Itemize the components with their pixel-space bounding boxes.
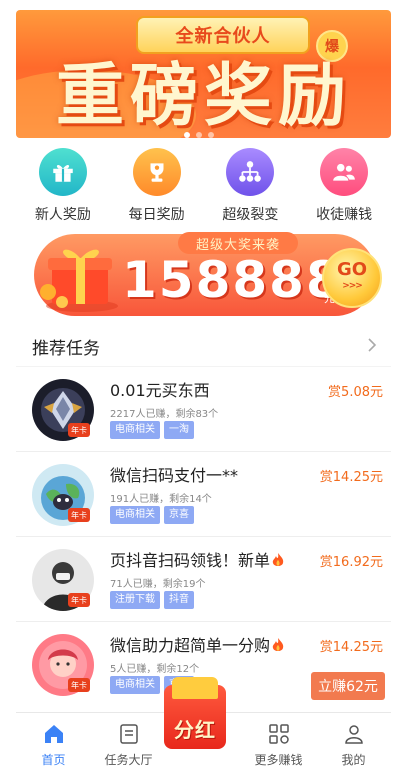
task-tags: 注册下载 抖音 <box>110 591 194 609</box>
task-meta: 191人已赚，剩余14个 <box>110 494 212 505</box>
feature-super-fission[interactable]: 超级裂变 <box>204 148 298 228</box>
task-row[interactable]: 年卡 页抖音扫码领钱！新单 71人已赚，剩余19个 注册下载 抖音 赏16.92… <box>16 536 391 621</box>
trophy-icon <box>132 148 181 196</box>
annual-card-badge: 年卡 <box>68 678 90 692</box>
task-tag: 电商相关 <box>110 506 160 524</box>
section-title: 推荐任务 <box>32 339 100 359</box>
dividend-button[interactable]: 分红 <box>164 677 226 749</box>
task-reward: 赏14.25元 <box>319 640 383 655</box>
carousel-dot[interactable] <box>184 132 190 138</box>
task-tags: 电商相关 京喜 <box>110 506 194 524</box>
feature-recruit-earn[interactable]: 收徒赚钱 <box>297 148 391 228</box>
task-tag: 抖音 <box>164 591 194 609</box>
feature-label: 超级裂变 <box>222 207 279 223</box>
annual-card-badge: 年卡 <box>68 508 90 522</box>
task-row[interactable]: 年卡 微信扫码支付一** 191人已赚，剩余14个 电商相关 京喜 赏14.25… <box>16 451 391 536</box>
task-reward: 赏5.08元 <box>328 385 383 400</box>
bottom-nav: 首页 任务大厅 分红 更多赚钱 我的 <box>16 677 391 783</box>
task-list: 年卡 0.01元买东西 2217人已赚，剩余83个 电商相关 一淘 赏5.08元… <box>16 366 391 706</box>
gift-icon <box>38 148 87 196</box>
go-label: GO <box>336 259 368 280</box>
dividend-label: 分红 <box>174 718 216 742</box>
home-icon <box>44 725 63 743</box>
users-icon <box>320 148 369 196</box>
annual-card-badge: 年卡 <box>68 593 90 607</box>
feature-label: 每日奖励 <box>128 207 185 223</box>
nav-label: 更多赚钱 <box>254 753 303 767</box>
task-reward: 赏14.25元 <box>319 470 383 485</box>
task-title-text: 页抖音扫码领钱！新单 <box>110 551 271 570</box>
app-page: 全新合伙人 爆 重磅奖励 新人奖励 每日奖励 超级裂变 收徒赚钱 超级大奖来袭 … <box>16 0 391 783</box>
task-title-text: 微信助力超简单一分购 <box>110 636 271 655</box>
document-icon <box>119 724 138 744</box>
task-tag: 注册下载 <box>110 591 160 609</box>
feature-new-user-reward[interactable]: 新人奖励 <box>16 148 110 228</box>
task-tag: 电商相关 <box>110 421 160 439</box>
task-tags: 电商相关 一淘 <box>110 421 194 439</box>
nav-more-earn[interactable]: 更多赚钱 <box>241 713 316 783</box>
earn-now-button[interactable]: 立赚62元 <box>311 672 385 700</box>
feature-grid: 新人奖励 每日奖励 超级裂变 收徒赚钱 <box>16 148 391 228</box>
chevron-right-icon <box>368 338 377 352</box>
feature-label: 收徒赚钱 <box>316 207 373 223</box>
nav-label: 任务大厅 <box>104 753 153 767</box>
nav-task-hall[interactable]: 任务大厅 <box>91 713 166 783</box>
task-title: 微信助力超简单一分购 <box>110 632 284 656</box>
apps-icon <box>268 724 289 744</box>
nav-mine[interactable]: 我的 <box>316 713 391 783</box>
super-prize-banner[interactable]: 超级大奖来袭 158888 元 GO >>> <box>34 232 382 316</box>
dividend-envelope-icon <box>172 677 218 699</box>
feature-daily-reward[interactable]: 每日奖励 <box>110 148 204 228</box>
task-meta: 5人已赚，剩余12个 <box>110 664 200 675</box>
task-meta: 71人已赚，剩余19个 <box>110 579 206 590</box>
fire-icon <box>272 553 284 566</box>
fire-icon <box>272 638 284 651</box>
promo-banner[interactable]: 全新合伙人 爆 重磅奖励 <box>16 10 391 138</box>
nav-label: 我的 <box>341 753 366 767</box>
task-title: 微信扫码支付一** <box>110 466 239 485</box>
go-button[interactable]: GO >>> <box>322 248 382 308</box>
carousel-dots <box>184 132 214 138</box>
task-title: 0.01元买东西 <box>110 381 210 400</box>
feature-label: 新人奖励 <box>34 207 91 223</box>
task-row[interactable]: 年卡 0.01元买东西 2217人已赚，剩余83个 电商相关 一淘 赏5.08元 <box>16 366 391 451</box>
network-icon <box>226 148 275 196</box>
go-arrows: >>> <box>342 281 363 291</box>
banner-headline: 重磅奖励 <box>55 56 352 136</box>
carousel-dot[interactable] <box>196 132 202 138</box>
nav-dividend[interactable]: 分红 <box>164 677 241 783</box>
nav-home[interactable]: 首页 <box>16 713 91 783</box>
carousel-dot[interactable] <box>208 132 214 138</box>
banner-subtitle: 全新合伙人 <box>136 16 310 54</box>
prize-amount: 158888 <box>122 251 343 309</box>
nav-label: 首页 <box>41 753 66 767</box>
user-icon <box>344 725 363 744</box>
gift-box-icon <box>38 236 126 314</box>
task-reward: 赏16.92元 <box>319 555 383 570</box>
annual-card-badge: 年卡 <box>68 423 90 437</box>
task-tag: 一淘 <box>164 421 194 439</box>
task-tag: 京喜 <box>164 506 194 524</box>
task-meta: 2217人已赚，剩余83个 <box>110 409 219 420</box>
task-tag: 电商相关 <box>110 676 160 694</box>
recommended-section-header[interactable]: 推荐任务 <box>16 332 391 362</box>
task-title: 页抖音扫码领钱！新单 <box>110 547 284 571</box>
